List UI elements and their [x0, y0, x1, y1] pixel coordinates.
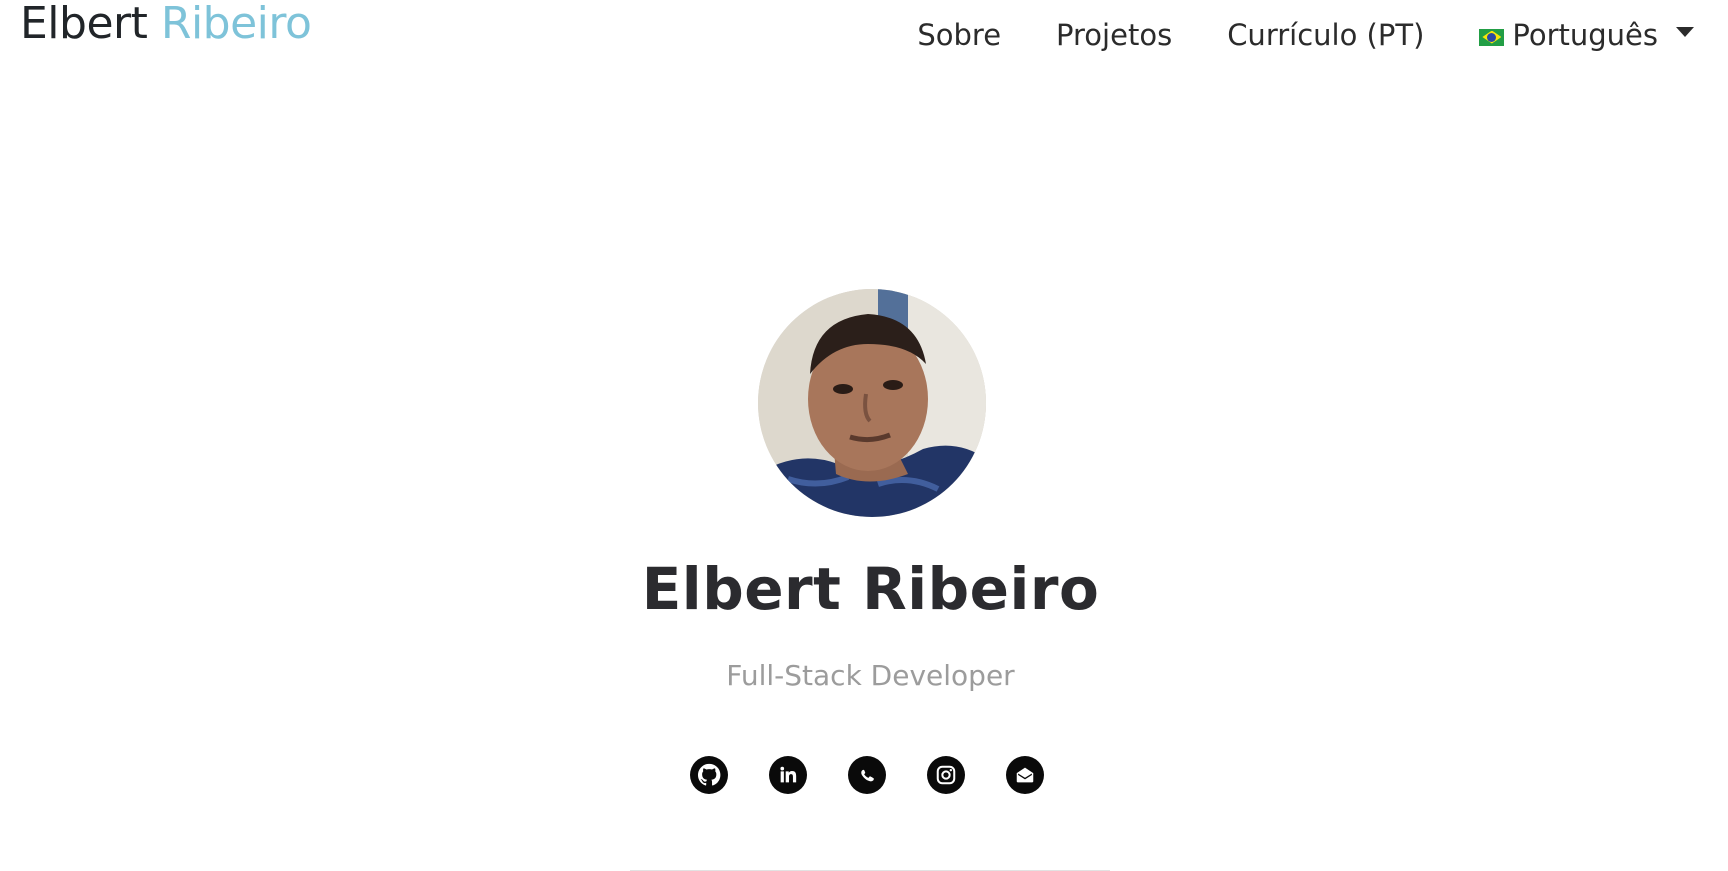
- top-navbar: Elbert Ribeiro Sobre Projetos Currículo …: [0, 0, 1728, 80]
- social-links: [690, 756, 1085, 794]
- profile-avatar: [758, 289, 986, 517]
- chevron-down-icon: [1676, 27, 1694, 37]
- nav-link-curriculo[interactable]: Currículo (PT): [1227, 18, 1424, 52]
- email-icon[interactable]: [1006, 756, 1044, 794]
- whatsapp-icon[interactable]: [848, 756, 886, 794]
- language-dropdown[interactable]: Português: [1479, 18, 1694, 52]
- brazil-flag-icon: [1479, 28, 1505, 46]
- nav-link-projetos[interactable]: Projetos: [1056, 18, 1172, 52]
- instagram-icon[interactable]: [927, 756, 965, 794]
- linkedin-icon[interactable]: [769, 756, 807, 794]
- hero-name: Elbert Ribeiro: [641, 555, 1100, 623]
- brand-logo[interactable]: Elbert Ribeiro: [20, 0, 312, 49]
- nav-link-sobre[interactable]: Sobre: [917, 18, 1001, 52]
- nav-links: Sobre Projetos Currículo (PT) Português: [862, 18, 1694, 52]
- brand-last-name: Ribeiro: [160, 0, 312, 49]
- hero-role: Full-Stack Developer: [726, 659, 1015, 692]
- brand-first-name: Elbert: [20, 0, 148, 49]
- language-label: Português: [1512, 18, 1658, 52]
- github-icon[interactable]: [690, 756, 728, 794]
